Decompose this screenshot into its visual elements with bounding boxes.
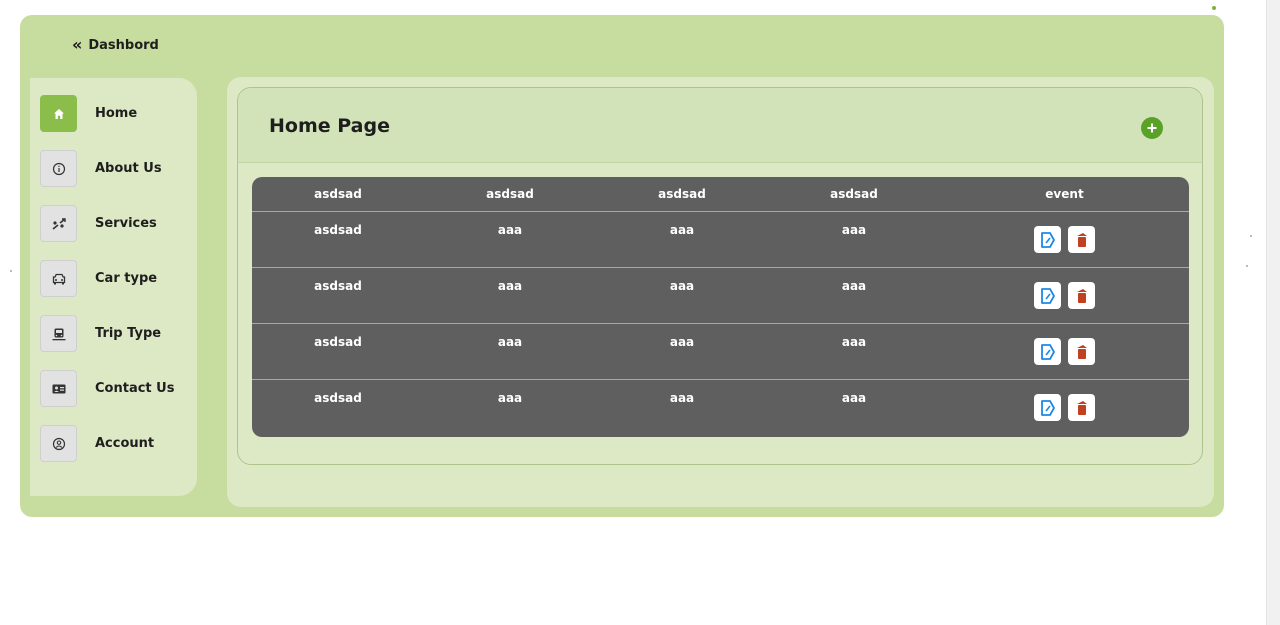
edit-button[interactable] [1034,226,1061,253]
column-header: asdsad [830,187,878,201]
decorative-dot [1250,235,1252,237]
decorative-dot [1246,265,1248,267]
table-row: asdsad aaa aaa aaa [252,380,1189,436]
table-row: asdsad aaa aaa aaa [252,268,1189,324]
table-header-row: asdsad asdsad asdsad asdsad event [252,177,1189,212]
delete-icon [1076,400,1087,415]
edit-icon [1040,343,1055,360]
table-cell: aaa [669,279,695,293]
delete-icon [1076,232,1087,247]
sidebar-item-home[interactable]: Home [40,95,137,132]
row-actions [940,212,1189,267]
table-cell: aaa [841,391,867,405]
sidebar-item-account[interactable]: Account [40,425,154,462]
edit-button[interactable] [1034,282,1061,309]
sidebar-item-label: Home [95,106,138,121]
edit-icon [1040,287,1055,304]
table-cell: aaa [497,391,523,405]
plus-circle-icon [1147,123,1157,133]
card-header: Home Page [238,88,1202,163]
table-cell: asdsad [314,223,362,237]
user-circle-icon [40,425,77,462]
delete-button[interactable] [1068,338,1095,365]
column-header: asdsad [658,187,706,201]
app-title: Dashbord [88,37,159,53]
page-scrollbar[interactable] [1266,0,1280,625]
decorative-dot [1212,6,1216,10]
contact-card-icon [40,370,77,407]
page-title: Home Page [269,115,390,137]
row-actions [940,380,1189,436]
services-icon [40,205,77,242]
car-icon [40,260,77,297]
delete-button[interactable] [1068,282,1095,309]
column-header-event: event [1045,187,1084,201]
row-actions [940,268,1189,323]
edit-button[interactable] [1034,394,1061,421]
content-card: Home Page asdsad asdsad asdsad asdsad ev… [237,87,1203,465]
edit-icon [1040,399,1055,416]
dashboard-frame: « Dashbord Home About Us Services Car ty… [20,15,1224,517]
table-cell: aaa [669,335,695,349]
table-cell: aaa [669,391,695,405]
delete-icon [1076,344,1087,359]
table-cell: aaa [841,335,867,349]
main-panel: Home Page asdsad asdsad asdsad asdsad ev… [227,77,1214,507]
sidebar-item-label: About Us [95,161,162,176]
sidebar-item-label: Contact Us [95,381,175,396]
column-header: asdsad [314,187,362,201]
delete-button[interactable] [1068,226,1095,253]
data-table: asdsad asdsad asdsad asdsad event asdsad… [252,177,1189,437]
bus-icon [40,315,77,352]
sidebar-item-label: Trip Type [95,326,162,341]
sidebar-item-trip-type[interactable]: Trip Type [40,315,161,352]
table-cell: aaa [497,223,523,237]
sidebar-item-label: Car type [95,271,158,286]
sidebar-item-services[interactable]: Services [40,205,157,242]
dashboard-header[interactable]: « Dashbord [72,37,159,53]
chevron-double-left-icon[interactable]: « [72,37,82,53]
sidebar-item-contact-us[interactable]: Contact Us [40,370,174,407]
delete-button[interactable] [1068,394,1095,421]
table-cell: aaa [497,279,523,293]
table-cell: asdsad [314,391,362,405]
sidebar-item-label: Account [95,436,155,451]
table-cell: asdsad [314,279,362,293]
info-icon [40,150,77,187]
home-icon [40,95,77,132]
sidebar-item-car-type[interactable]: Car type [40,260,157,297]
table-cell: asdsad [314,335,362,349]
edit-button[interactable] [1034,338,1061,365]
row-actions [940,324,1189,379]
edit-icon [1040,231,1055,248]
sidebar: Home About Us Services Car type Trip Typ… [30,78,197,496]
table-cell: aaa [497,335,523,349]
sidebar-item-label: Services [95,216,157,231]
table-cell: aaa [841,223,867,237]
table-row: asdsad aaa aaa aaa [252,212,1189,268]
table-cell: aaa [669,223,695,237]
sidebar-item-about-us[interactable]: About Us [40,150,162,187]
delete-icon [1076,288,1087,303]
table-row: asdsad aaa aaa aaa [252,324,1189,380]
column-header: asdsad [486,187,534,201]
decorative-dot [10,270,12,272]
table-cell: aaa [841,279,867,293]
add-button[interactable] [1141,117,1163,139]
